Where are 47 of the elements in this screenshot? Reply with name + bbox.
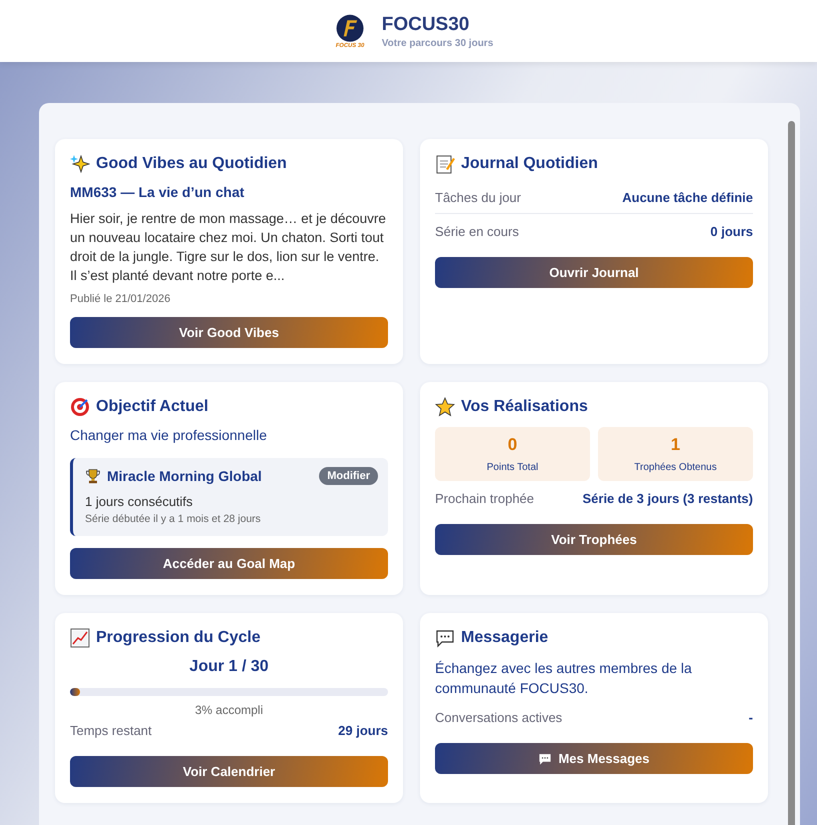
goal-map-button[interactable]: Accéder au Goal Map: [70, 548, 388, 579]
edit-button[interactable]: Modifier: [319, 467, 378, 485]
post-excerpt: Hier soir, je rentre de mon massage… et je découvre un nouveau locataire chez moi. Un chaton. Sorti tout droit de la jungle. Tigre sur le dos, lion sur le ventre. Il s’est planté devant notre porte e...: [70, 210, 387, 285]
row-value: 29 jours: [338, 723, 388, 738]
stat-label: Points Total: [486, 462, 538, 473]
post-title: MM633 — La vie d’un chat: [70, 184, 246, 200]
row-value: Série de 3 jours (3 restants): [582, 491, 753, 506]
calendar-button[interactable]: Voir Calendrier: [70, 756, 388, 787]
row-value: Aucune tâche définie: [622, 190, 753, 205]
card-title: Objectif Actuel: [96, 398, 208, 416]
card-title: Progression du Cycle: [96, 629, 260, 647]
row-value: -: [748, 710, 753, 725]
open-journal-button[interactable]: Ouvrir Journal: [435, 257, 753, 288]
target-icon: [70, 397, 90, 417]
stat-value: 0: [508, 435, 518, 455]
stat-label: Trophées Obtenus: [634, 462, 717, 473]
row-value: 0 jours: [710, 224, 753, 239]
row-label: Temps restant: [70, 723, 152, 738]
speech-bubble-icon: [538, 752, 552, 766]
good-vibes-button[interactable]: Voir Good Vibes: [70, 317, 388, 348]
card-title: Messagerie: [461, 629, 548, 647]
app-subtitle: Votre parcours 30 jours: [382, 38, 494, 48]
sparkles-icon: [70, 154, 90, 174]
row-label: Prochain trophée: [435, 491, 534, 506]
streak-text: 1 jours consécutifs: [85, 494, 194, 509]
messages-button[interactable]: Mes Messages: [435, 743, 753, 774]
card-title: Vos Réalisations: [461, 398, 588, 416]
row-label: Tâches du jour: [435, 190, 521, 205]
messaging-description: Échangez avec les autres membres de la communauté FOCUS30.: [435, 659, 693, 698]
row-label: Série en cours: [435, 224, 519, 239]
progress-percent: 3% accompli: [194, 703, 264, 717]
day-counter: Jour 1 / 30: [188, 658, 270, 676]
trophy-icon: [85, 468, 101, 484]
streak-start-text: Série débutée il y a 1 mois et 28 jours: [85, 513, 262, 525]
row-label: Conversations actives: [435, 710, 562, 725]
app-title: FOCUS30: [382, 14, 470, 36]
stat-value: 1: [670, 435, 680, 455]
trophies-button[interactable]: Voir Trophées: [435, 524, 753, 555]
memo-icon: [435, 154, 455, 174]
card-title: Journal Quotidien: [461, 155, 598, 173]
chart-increasing-icon: [70, 628, 90, 648]
goal-text: Changer ma vie professionnelle: [70, 427, 268, 443]
card-title: Good Vibes au Quotidien: [96, 155, 287, 173]
speech-bubble-icon: [435, 628, 455, 648]
habit-name: Miracle Morning Global: [107, 468, 263, 484]
post-date: Publié le 21/01/2026: [70, 293, 172, 305]
star-icon: [435, 397, 455, 417]
